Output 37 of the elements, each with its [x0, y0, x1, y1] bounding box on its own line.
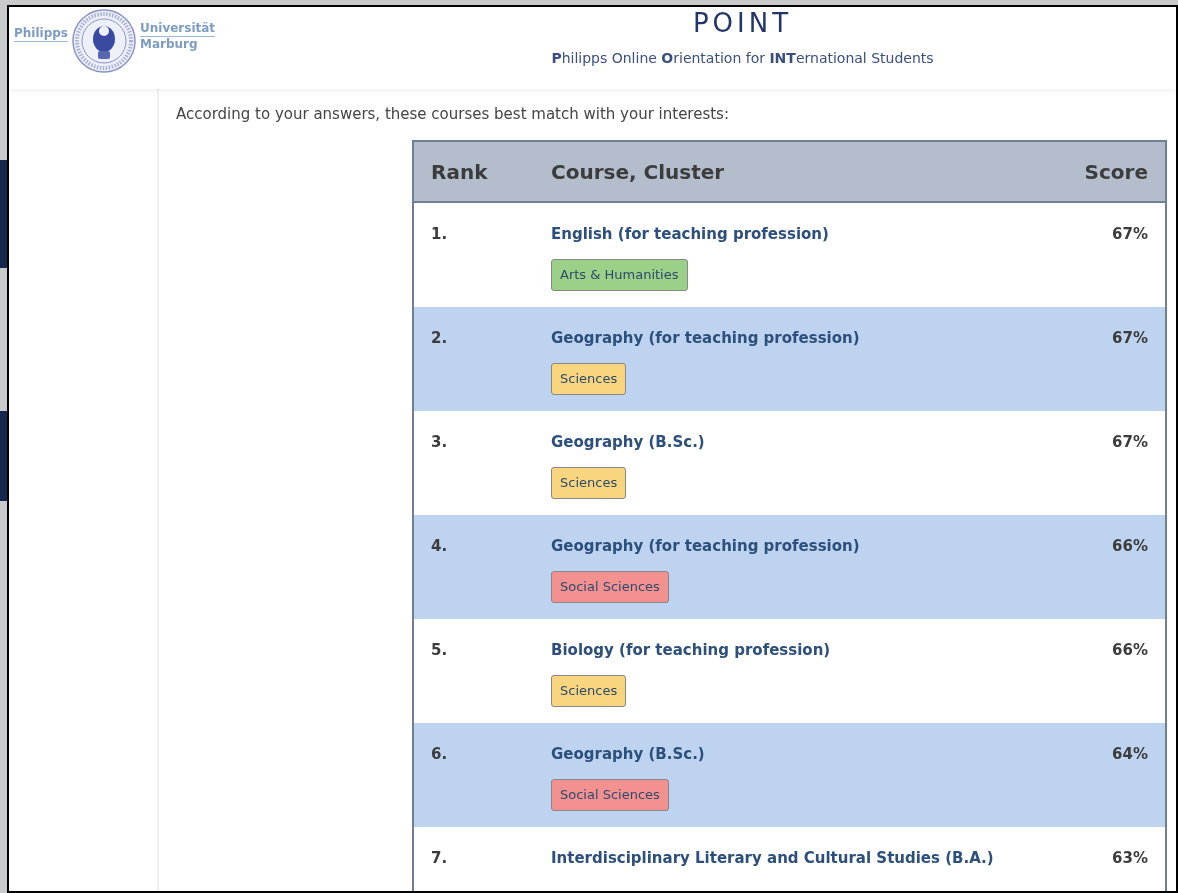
rank-text: 1.	[431, 224, 449, 245]
cluster-tag: Sciences	[551, 675, 627, 707]
score-text: 67%	[1111, 328, 1148, 349]
score-text: 63%	[1111, 848, 1148, 869]
column-header: Rank	[431, 158, 489, 186]
logo-text: Philipps	[14, 24, 68, 42]
cluster-tag: Social Sciences	[551, 779, 669, 811]
rank-text: 5.	[431, 640, 449, 661]
score-text: 67%	[1111, 224, 1148, 245]
course-link[interactable]: Geography (for teaching profession)	[551, 535, 860, 557]
cluster-tag: Sciences	[551, 363, 627, 395]
score-text: 66%	[1111, 536, 1148, 557]
rank-text: 4.	[431, 536, 449, 557]
score-text: 64%	[1111, 744, 1148, 765]
course-link[interactable]: Geography (for teaching profession)	[551, 327, 860, 349]
intro-text: According to your answers, these courses best match with your interests:	[176, 104, 730, 125]
course-link[interactable]: Biology (for teaching profession)	[551, 639, 831, 661]
logo-text: Universität	[140, 20, 216, 37]
seal-logo-icon	[72, 9, 136, 73]
cluster-tag: Arts & Humanities	[551, 259, 688, 291]
course-link[interactable]: English (for teaching profession)	[551, 223, 829, 245]
course-link[interactable]: Geography (B.Sc.)	[551, 743, 705, 765]
course-link[interactable]: Interdisciplinary Literary and Cultural Studies (B.A.)	[551, 847, 994, 869]
column-header: Course, Cluster	[551, 158, 726, 186]
cluster-tag: Social Sciences	[551, 571, 669, 603]
score-text: 66%	[1111, 640, 1148, 661]
rank-text: 2.	[431, 328, 449, 349]
course-link[interactable]: Geography (B.Sc.)	[551, 431, 705, 453]
cluster-tag: Sciences	[551, 467, 627, 499]
rank-text: 3.	[431, 432, 449, 453]
page-title: POINT	[692, 8, 793, 38]
rank-text: 6.	[431, 744, 449, 765]
logo-text: Marburg	[140, 36, 199, 52]
column-header: Score	[1083, 158, 1148, 186]
score-text: 67%	[1111, 432, 1148, 453]
page-subtitle: Philipps Online Orientation for INTernational Students	[551, 49, 934, 68]
rank-text: 7.	[431, 848, 449, 869]
